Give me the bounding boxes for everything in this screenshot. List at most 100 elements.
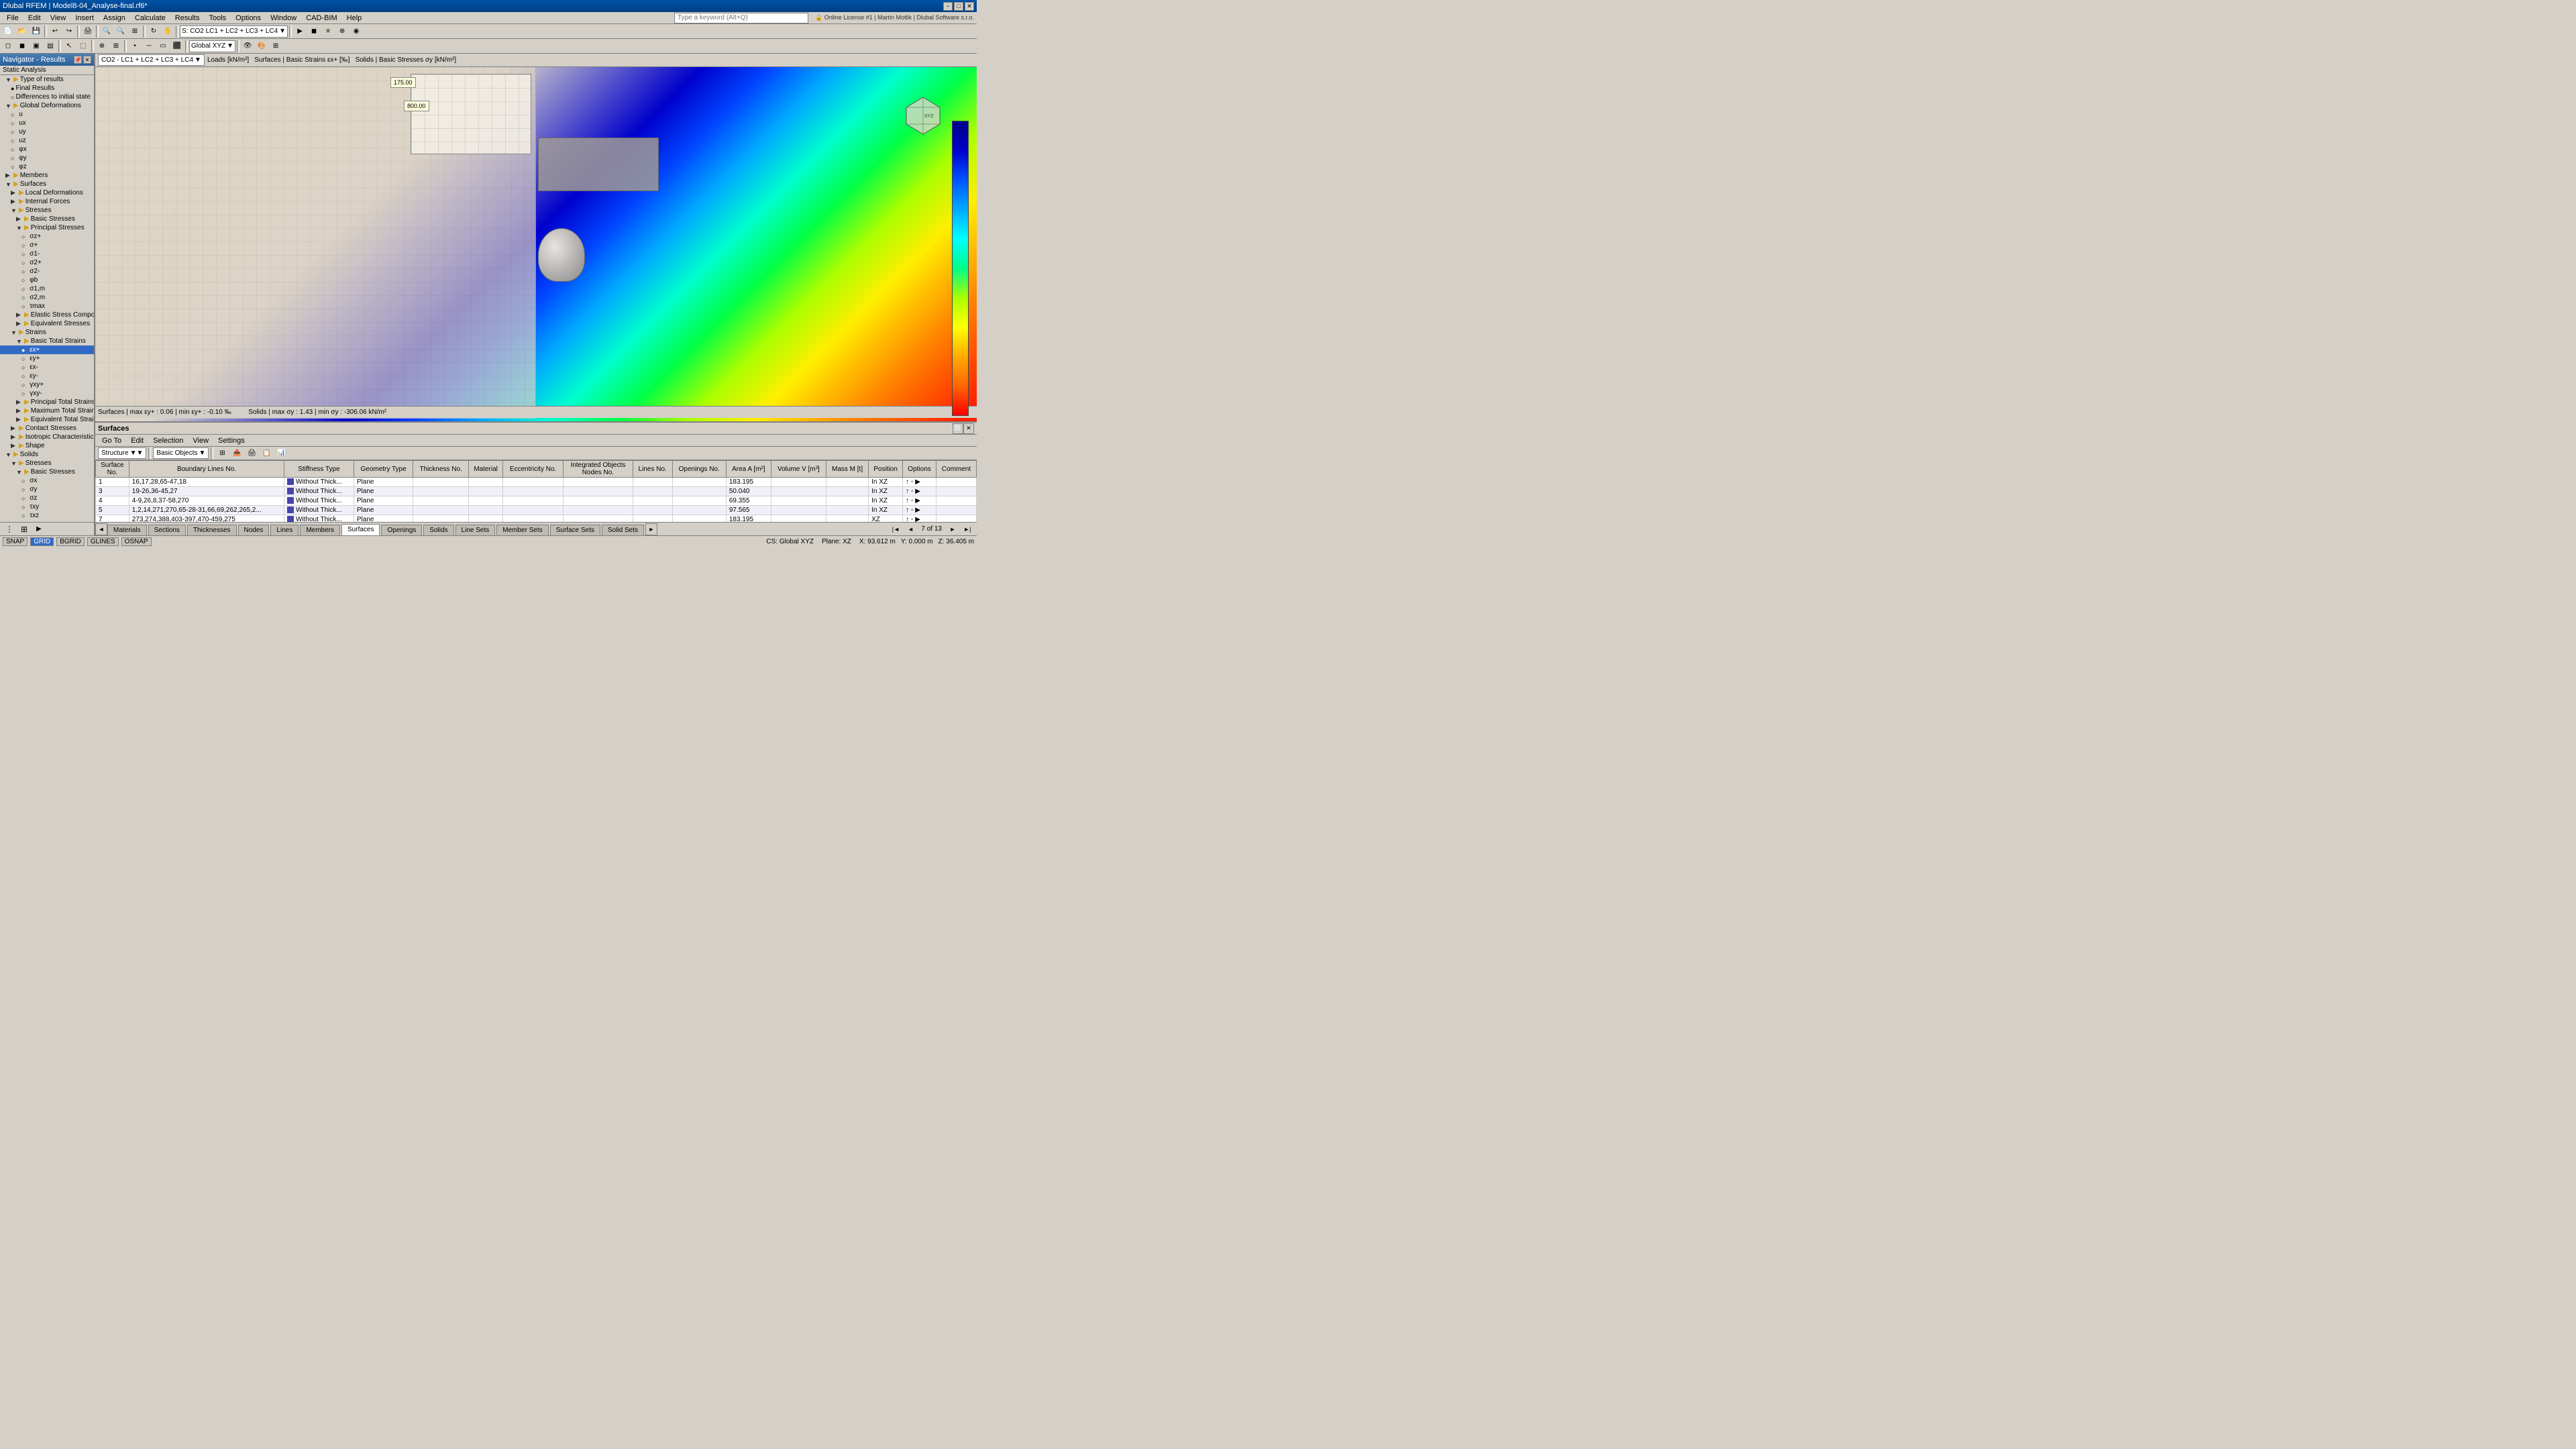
- results-menu-selection[interactable]: Selection: [149, 436, 187, 445]
- nav-solid-basic-stresses[interactable]: ▼ ▶ Basic Stresses: [0, 468, 94, 476]
- tab-materials[interactable]: Materials: [107, 525, 147, 535]
- nav-sigma+[interactable]: ○ σ+: [0, 241, 94, 250]
- menu-insert[interactable]: Insert: [71, 13, 98, 23]
- nav-sigma2-[interactable]: ○ σ2-: [0, 267, 94, 276]
- close-btn[interactable]: ✕: [965, 2, 974, 11]
- nav-global-def[interactable]: ▼ ▶ Global Deformations: [0, 101, 94, 110]
- snap-btn[interactable]: ⊕: [95, 40, 109, 52]
- nav-members[interactable]: ▶ ▶ Members: [0, 171, 94, 180]
- nav-solid-txz[interactable]: ○ τxz: [0, 511, 94, 520]
- tab-line-sets[interactable]: Line Sets: [455, 525, 496, 535]
- line-btn[interactable]: ─: [142, 40, 156, 52]
- print-results-btn[interactable]: 🖨: [245, 447, 258, 460]
- nav-sigma1-[interactable]: ○ σ1-: [0, 250, 94, 258]
- nav-strains[interactable]: ▼ ▶ Strains: [0, 328, 94, 337]
- filter-btn[interactable]: ⊞: [215, 447, 229, 460]
- surface-btn[interactable]: ▭: [156, 40, 170, 52]
- last-page-btn[interactable]: ►|: [961, 523, 974, 535]
- nav-local-def[interactable]: ▶ ▶ Local Deformations: [0, 189, 94, 197]
- menu-view[interactable]: View: [46, 13, 70, 23]
- nav-phiz[interactable]: ○ φz: [0, 162, 94, 171]
- menu-tools[interactable]: Tools: [205, 13, 230, 23]
- menu-calculate[interactable]: Calculate: [131, 13, 170, 23]
- nav-solid-sz[interactable]: ○ σz: [0, 494, 94, 502]
- table-row[interactable]: 51,2,14,271,270,65-28-31,66,69,262,265,2…: [96, 506, 977, 515]
- nav-phix[interactable]: ○ φx: [0, 145, 94, 154]
- zoom-in-btn[interactable]: 🔍: [100, 25, 113, 38]
- nav-stresses[interactable]: ▼ ▶ Stresses: [0, 206, 94, 215]
- nav-gamxy-[interactable]: ○ γxy-: [0, 389, 94, 398]
- basic-objects-dropdown[interactable]: Basic Objects ▼: [153, 447, 209, 459]
- menu-window[interactable]: Window: [266, 13, 301, 23]
- nav-u[interactable]: ○ u: [0, 110, 94, 119]
- nav-solid-stresses[interactable]: ▼ ▶ Stresses: [0, 459, 94, 468]
- table-row[interactable]: 44-9,26,8,37-58,270Without Thick...Plane…: [96, 496, 977, 506]
- nav-principal-total[interactable]: ▶ ▶ Principal Total Strains: [0, 398, 94, 407]
- status-grid[interactable]: GRID: [30, 537, 54, 546]
- menu-cad-bim[interactable]: CAD-BIM: [302, 13, 341, 23]
- nav-surfaces[interactable]: ▼ ▶ Surfaces: [0, 180, 94, 189]
- results-menu-view[interactable]: View: [189, 436, 213, 445]
- nav-ey+[interactable]: ○ εy+: [0, 354, 94, 363]
- results-maximize-btn[interactable]: ⬜: [953, 423, 963, 434]
- nav-principal-stresses[interactable]: ▼ ▶ Principal Stresses: [0, 223, 94, 232]
- minimize-btn[interactable]: −: [943, 2, 953, 11]
- load-case-dropdown[interactable]: S: CO2 LC1 + LC2 + LC3 + LC4 ▼: [180, 25, 288, 38]
- nav-internal-forces[interactable]: ▶ ▶ Internal Forces: [0, 197, 94, 206]
- tab-members[interactable]: Members: [300, 525, 340, 535]
- nav-basic-stresses[interactable]: ▶ ▶ Basic Stresses: [0, 215, 94, 223]
- tab-prev-btn[interactable]: ◄: [95, 523, 107, 535]
- display-btn-3[interactable]: ⊞: [269, 40, 282, 52]
- tab-surfaces[interactable]: Surfaces: [341, 524, 380, 535]
- nav-ex-[interactable]: ○ εx-: [0, 363, 94, 372]
- nav-basic-total-strains[interactable]: ▼ ▶ Basic Total Strains: [0, 337, 94, 345]
- nav-uz[interactable]: ○ uz: [0, 136, 94, 145]
- tab-surface-sets[interactable]: Surface Sets: [550, 525, 600, 535]
- results-menu-goto[interactable]: Go To: [98, 436, 125, 445]
- menu-edit[interactable]: Edit: [24, 13, 45, 23]
- nav-equiv-stresses[interactable]: ▶ ▶ Equivalent Stresses: [0, 319, 94, 328]
- menu-help[interactable]: Help: [343, 13, 366, 23]
- tab-thicknesses[interactable]: Thicknesses: [187, 525, 237, 535]
- view-btn-1[interactable]: ◻: [1, 40, 15, 52]
- status-glines[interactable]: GLINES: [87, 537, 119, 546]
- nav-btn-1[interactable]: ⋮: [3, 523, 16, 535]
- display-btn-1[interactable]: 👁: [241, 40, 254, 52]
- nav-max-total[interactable]: ▶ ▶ Maximum Total Strains: [0, 407, 94, 415]
- tab-solids[interactable]: Solids: [423, 525, 453, 535]
- table-row[interactable]: 319-26,36-45,27Without Thick...Plane50.0…: [96, 487, 977, 496]
- nav-elastic-stress[interactable]: ▶ ▶ Elastic Stress Components: [0, 311, 94, 319]
- status-osnap[interactable]: OSNAP: [121, 537, 152, 546]
- tab-next-btn[interactable]: ►: [645, 523, 657, 535]
- nav-solids[interactable]: ▼ ▶ Solids: [0, 450, 94, 459]
- nav-shape[interactable]: ▶ ▶ Shape: [0, 441, 94, 450]
- select-btn[interactable]: ↖: [62, 40, 76, 52]
- nav-final-results[interactable]: ● Final Results: [0, 84, 94, 93]
- nav-sigma2m[interactable]: ○ σ2,m: [0, 293, 94, 302]
- axis-dropdown[interactable]: Global XYZ ▼: [189, 40, 235, 52]
- nav-sigma1m[interactable]: ○ σ1,m: [0, 284, 94, 293]
- zoom-out-btn[interactable]: 🔍: [114, 25, 127, 38]
- nav-contact-stresses[interactable]: ▶ ▶ Contact Stresses: [0, 424, 94, 433]
- open-btn[interactable]: 📂: [15, 25, 29, 38]
- nav-ex+[interactable]: ● εx+: [0, 345, 94, 354]
- nav-phiy[interactable]: ○ φy: [0, 154, 94, 162]
- nav-isotropic[interactable]: ▶ ▶ Isotropic Characteristics: [0, 433, 94, 441]
- new-btn[interactable]: 📄: [1, 25, 15, 38]
- next-page-btn[interactable]: ►: [946, 523, 959, 535]
- nav-differences[interactable]: ○ Differences to initial state: [0, 93, 94, 101]
- nav-uy[interactable]: ○ uy: [0, 127, 94, 136]
- nav-type-of-results[interactable]: ▼ ▶ Type of results: [0, 75, 94, 84]
- results-menu-settings[interactable]: Settings: [214, 436, 249, 445]
- nav-sigma2+[interactable]: ○ σ2+: [0, 258, 94, 267]
- tab-lines[interactable]: Lines: [270, 525, 299, 535]
- view-btn-4[interactable]: ▤: [44, 40, 57, 52]
- export-btn[interactable]: 📤: [230, 447, 244, 460]
- nav-btn-3[interactable]: ▶: [32, 523, 46, 535]
- redo-btn[interactable]: ↪: [62, 25, 76, 38]
- view-btn-3[interactable]: ▣: [30, 40, 43, 52]
- tab-solid-sets[interactable]: Solid Sets: [602, 525, 644, 535]
- status-bgrid[interactable]: BGRID: [56, 537, 85, 546]
- nav-solid-sx[interactable]: ○ σx: [0, 476, 94, 485]
- status-snap[interactable]: SNAP: [3, 537, 28, 546]
